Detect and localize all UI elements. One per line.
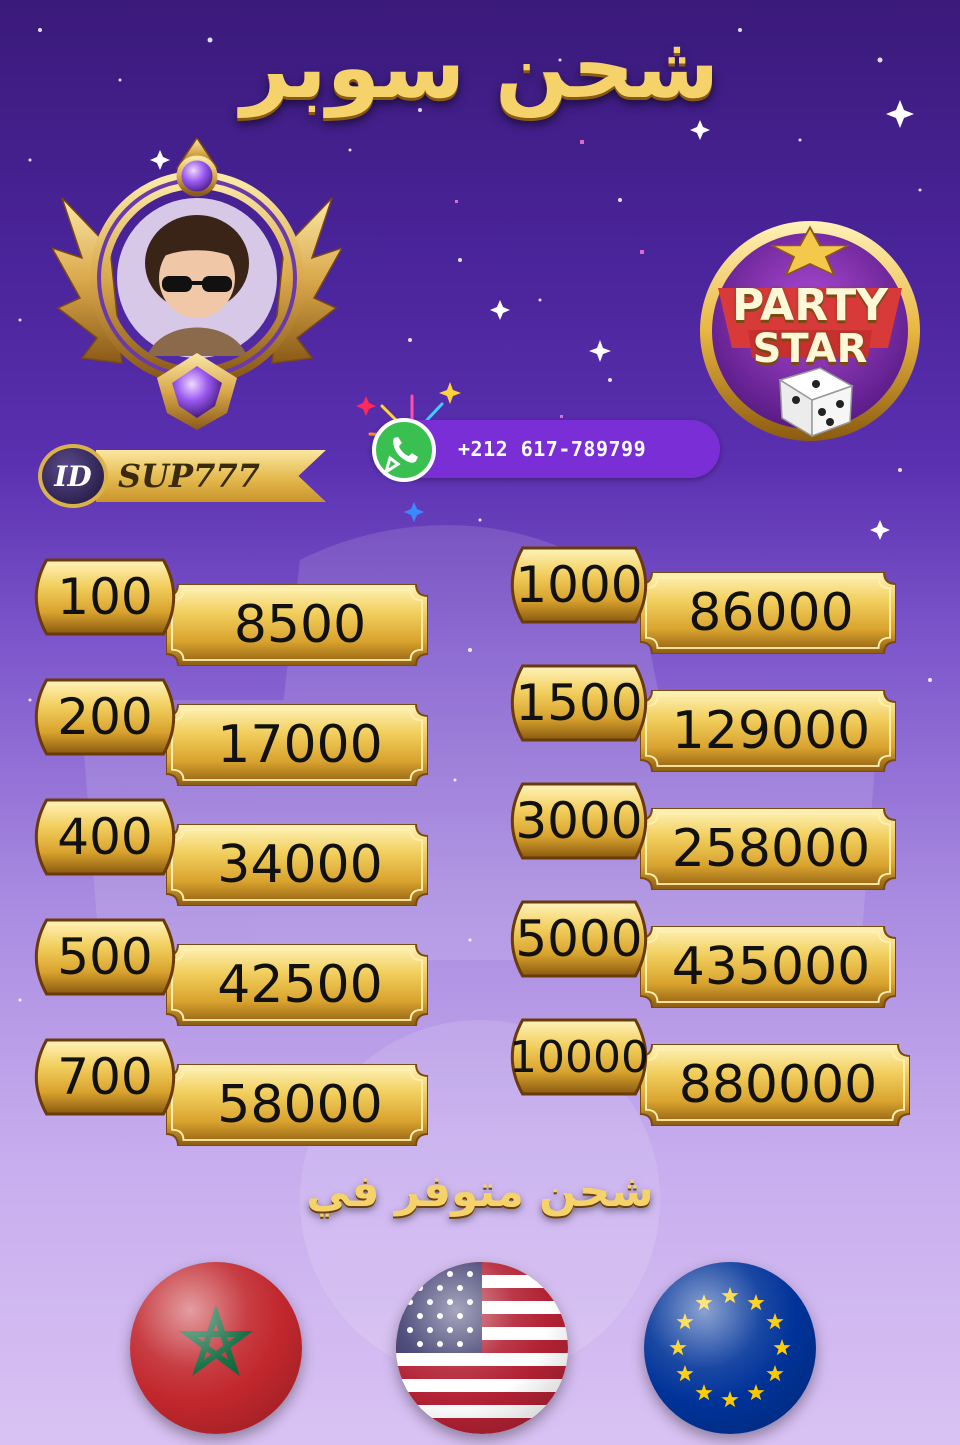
price-badge: 400 — [22, 796, 188, 878]
amount-plate: 435000 — [640, 926, 896, 1008]
whatsapp-icon — [372, 418, 436, 482]
page: شحن سوبر ID SUP777 +212 617-789799 PARTY… — [0, 0, 960, 1445]
amount-plate: 258000 — [640, 808, 896, 890]
price-value: 1500 — [515, 674, 643, 732]
phone-number[interactable]: +212 617-789799 — [458, 420, 646, 478]
amount-plate: 129000 — [640, 690, 896, 772]
available-in-label: شحن متوفر في — [306, 1166, 654, 1217]
amount-plate: 34000 — [166, 824, 428, 906]
page-title: شحن سوبر — [240, 18, 720, 118]
avatar-frame — [50, 136, 344, 438]
amount-plate: 17000 — [166, 704, 428, 786]
amount-plate: 86000 — [640, 572, 896, 654]
price-badge: 500 — [22, 916, 188, 998]
id-banner: ID SUP777 — [38, 444, 326, 508]
morocco-flag-icon[interactable] — [130, 1262, 302, 1434]
price-value: 5000 — [515, 910, 643, 968]
coin-amount: 129000 — [671, 701, 871, 761]
coin-amount: 17000 — [217, 715, 383, 775]
price-badge: 5000 — [498, 898, 660, 980]
whatsapp-contact-button[interactable]: +212 617-789799 — [372, 418, 720, 482]
eu-flag-icon[interactable] — [644, 1262, 816, 1434]
coin-amount: 58000 — [217, 1075, 383, 1135]
price-badge: 700 — [22, 1036, 188, 1118]
amount-plate: 880000 — [640, 1044, 910, 1126]
coin-amount: 435000 — [671, 937, 871, 997]
price-value: 100 — [57, 568, 153, 626]
price-badge: 3000 — [498, 780, 660, 862]
price-value: 400 — [57, 808, 153, 866]
amount-plate: 8500 — [166, 584, 428, 666]
dice-icon — [778, 367, 854, 438]
price-value: 700 — [57, 1048, 153, 1106]
coin-amount: 86000 — [688, 583, 854, 643]
avatar-frame-icon — [50, 136, 344, 430]
coin-amount: 8500 — [233, 595, 367, 655]
amount-plate: 42500 — [166, 944, 428, 1026]
price-badge: 10000 — [498, 1016, 660, 1098]
coin-amount: 42500 — [217, 955, 383, 1015]
coin-amount: 258000 — [671, 819, 871, 879]
price-badge: 100 — [22, 556, 188, 638]
price-value: 10000 — [509, 1031, 649, 1083]
price-value: 1000 — [515, 556, 643, 614]
usa-flag-icon[interactable] — [396, 1262, 568, 1434]
price-badge: 200 — [22, 676, 188, 758]
coin-amount: 34000 — [217, 835, 383, 895]
price-value: 3000 — [515, 792, 643, 850]
logo-line1: PARTY — [731, 280, 889, 331]
price-value: 500 — [57, 928, 153, 986]
price-value: 200 — [57, 688, 153, 746]
price-badge: 1500 — [498, 662, 660, 744]
id-value[interactable]: SUP777 — [96, 450, 326, 502]
coin-amount: 880000 — [678, 1055, 878, 1115]
party-star-logo: PARTY STAR — [688, 218, 932, 444]
id-label: ID — [38, 444, 108, 508]
price-badge: 1000 — [498, 544, 660, 626]
amount-plate: 58000 — [166, 1064, 428, 1146]
